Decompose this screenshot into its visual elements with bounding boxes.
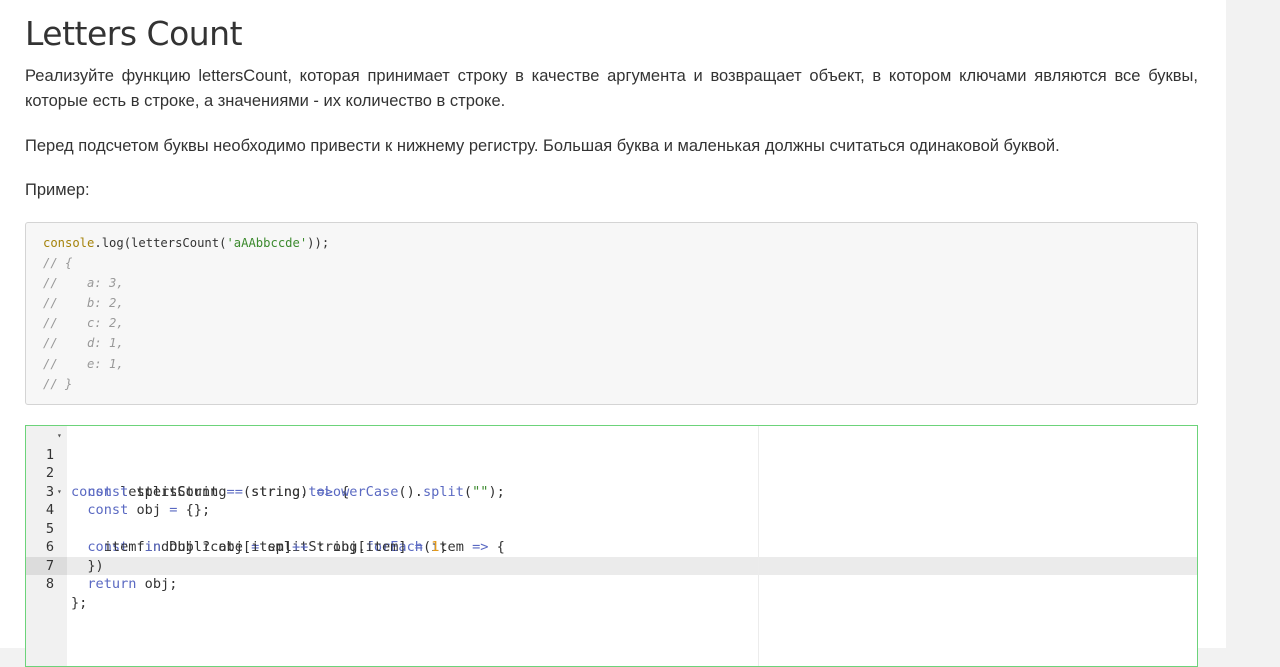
fold-toggle-icon[interactable]: ▾ [57, 483, 62, 502]
task-description: Реализуйте функцию lettersCount, которая… [25, 67, 1198, 110]
code-line[interactable]: 7 return obj; [26, 538, 1197, 593]
code-line[interactable]: 5 item in obj ? obj[item]++ : obj[item] … [26, 501, 1197, 556]
example-comment-line: // a: 3, [43, 276, 124, 291]
example-argument: 'aAAbbccde' [226, 236, 308, 250]
example-comment-line: // } [43, 376, 73, 391]
task-page: Letters Count Реализуйте функцию letters… [0, 0, 1226, 667]
code-line[interactable]: 4 ▾ const findDublicate = splitString.fo… [26, 483, 1197, 556]
example-comment-line: // d: 1, [43, 336, 124, 351]
code-text: }; [71, 594, 88, 611]
code-editor[interactable]: 1 ▾ const lettersCount = (string) => { 2… [25, 425, 1198, 667]
task-content: Letters Count Реализуйте функцию letters… [25, 0, 1198, 667]
example-code: console.log(lettersCount('aAAbbccde')); … [26, 223, 1197, 394]
page-title: Letters Count [25, 14, 243, 53]
example-comment-line: // { [43, 256, 73, 271]
line-number: 8 [45, 576, 54, 592]
code-line-active[interactable]: 8 }; [26, 557, 1197, 611]
example-label: Пример: [25, 181, 90, 199]
fold-toggle-icon[interactable]: ▾ [57, 427, 62, 446]
code-line[interactable]: 3 const obj = {}; [26, 464, 1197, 519]
example-comment-line: // e: 1, [43, 356, 124, 371]
example-comment-line: // b: 2, [43, 296, 124, 311]
code-line[interactable]: 2 const splitString = string.toLowerCase… [26, 446, 1197, 500]
code-line[interactable]: 6 }) [26, 520, 1197, 574]
example-comment-line: // c: 2, [43, 316, 124, 331]
example-console: console [43, 236, 95, 250]
example-code-block: console.log(lettersCount('aAAbbccde')); … [25, 222, 1198, 405]
example-call-end: )); [307, 236, 330, 250]
task-note: Перед подсчетом буквы необходимо привест… [25, 137, 1060, 155]
example-call: .log(lettersCount( [94, 236, 227, 250]
code-line[interactable]: 1 ▾ const lettersCount = (string) => { [26, 427, 1197, 500]
